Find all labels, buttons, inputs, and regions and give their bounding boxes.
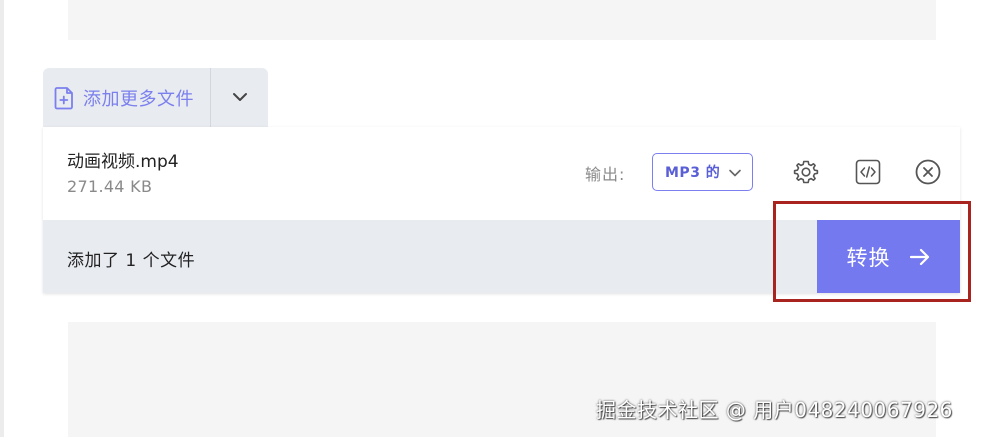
watermark-text: 掘金技术社区 @ 用户048240067926 (596, 398, 953, 422)
files-added-count-text: 添加了 1 个文件 (67, 251, 196, 271)
add-more-files-tab: 添加更多文件 (43, 68, 268, 127)
top-placeholder-block (68, 0, 936, 40)
output-format-select[interactable]: MP3 的 (652, 153, 753, 191)
file-plus-icon (53, 86, 75, 110)
add-more-files-button[interactable]: 添加更多文件 (43, 68, 210, 127)
convert-button[interactable]: 转换 (817, 220, 960, 293)
gear-icon[interactable] (791, 157, 821, 187)
file-size: 271.44 KB (67, 177, 153, 196)
output-format-value: MP3 的 (665, 165, 721, 181)
output-label: 输出: (585, 165, 626, 184)
chevron-down-icon (231, 88, 249, 107)
file-row: 动画视频.mp4 271.44 KB 输出: MP3 的 (43, 127, 960, 220)
arrow-right-icon (909, 247, 931, 267)
add-files-dropdown-button[interactable] (211, 68, 268, 127)
add-more-files-label: 添加更多文件 (83, 88, 194, 110)
close-circle-icon[interactable] (913, 157, 943, 187)
card-footer: 添加了 1 个文件 转换 (43, 220, 960, 293)
chevron-down-icon (728, 166, 742, 180)
file-card: 动画视频.mp4 271.44 KB 输出: MP3 的 添加了 1 个文件 转… (43, 127, 960, 293)
convert-label: 转换 (846, 245, 891, 270)
left-border (0, 0, 4, 437)
file-name: 动画视频.mp4 (67, 152, 179, 172)
code-icon[interactable] (853, 157, 883, 187)
